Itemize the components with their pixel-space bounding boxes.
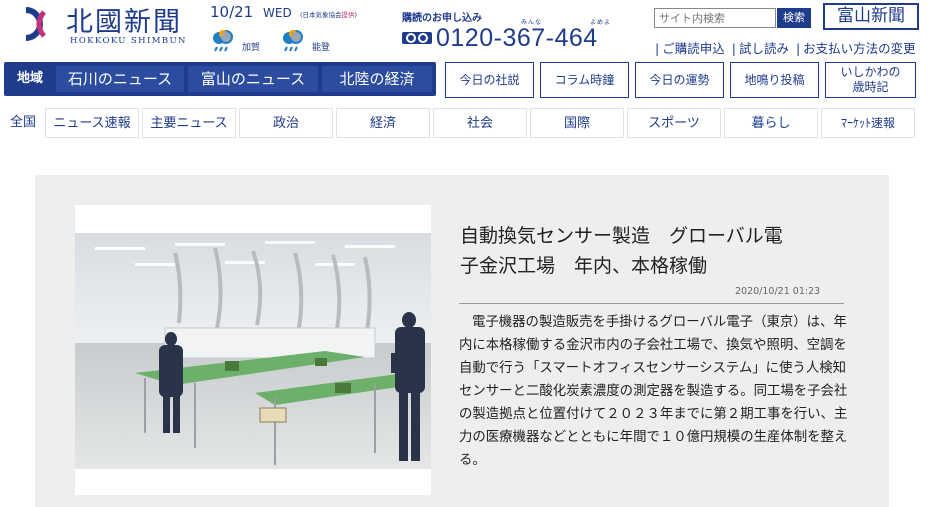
utility-links: | ご購読申込 | 試し読み | お支払い方法の変更 bbox=[652, 38, 916, 57]
jma-prefix: (日本気象協会 bbox=[300, 11, 342, 19]
jma-link[interactable]: 提供 bbox=[342, 11, 355, 19]
jma-credit: (日本気象協会提供) bbox=[300, 9, 357, 19]
logo-japanese[interactable]: 北國新聞 bbox=[66, 0, 182, 39]
saijiki-line-2: 歳時記 bbox=[852, 80, 889, 94]
link-subscribe[interactable]: ご購読申込 bbox=[662, 41, 725, 56]
link-horoscope[interactable]: 今日の運勢 bbox=[635, 62, 724, 98]
tab-toyama-news[interactable]: 富山のニュース bbox=[188, 66, 318, 92]
category-zenkoku[interactable]: 全国 bbox=[4, 108, 42, 138]
category-lifestyle[interactable]: 暮らし bbox=[724, 108, 818, 138]
factory-photo[interactable] bbox=[75, 233, 431, 469]
subscribe-title: 購読のお申し込み bbox=[402, 13, 482, 24]
article-timestamp: 2020/10/21 01:23 bbox=[735, 286, 821, 297]
current-weekday: WED bbox=[263, 6, 292, 20]
jma-suffix: ) bbox=[354, 11, 358, 19]
region-nav: 地域 石川のニュース 富山のニュース 北陸の経済 bbox=[4, 62, 436, 96]
tab-ishikawa-news[interactable]: 石川のニュース bbox=[56, 66, 184, 92]
link-editorial[interactable]: 今日の社説 bbox=[445, 62, 534, 98]
rain-cloud-icon bbox=[283, 30, 303, 52]
category-politics[interactable]: 政治 bbox=[239, 108, 333, 138]
link-column-jisho[interactable]: コラム時鐘 bbox=[540, 62, 629, 98]
category-international[interactable]: 国際 bbox=[530, 108, 624, 138]
headline-line-1: 自動換気センサー製造 グローバル電 bbox=[460, 225, 783, 247]
weather-kaga[interactable]: 加賀 bbox=[210, 28, 270, 56]
divider: | bbox=[731, 41, 736, 56]
site-header: 北國新聞 HOKKOKU SHIMBUN 10/21 WED (日本気象協会提供… bbox=[0, 0, 930, 60]
category-economy[interactable]: 経済 bbox=[336, 108, 430, 138]
rain-cloud-icon bbox=[213, 30, 233, 52]
category-nav: 全国 ニュース速報 主要ニュース 政治 経済 社会 国際 スポーツ 暮らし ﾏｰ… bbox=[0, 108, 930, 140]
category-society[interactable]: 社会 bbox=[433, 108, 527, 138]
divider: | bbox=[655, 41, 660, 56]
category-top-news[interactable]: 主要ニュース bbox=[142, 108, 236, 138]
logo-english[interactable]: HOKKOKU SHIMBUN bbox=[70, 36, 187, 46]
freedial-icon bbox=[402, 32, 432, 44]
search-button[interactable]: 検索 bbox=[777, 8, 811, 28]
weather-noto[interactable]: 能登 bbox=[280, 28, 340, 56]
toyama-shimbun-button[interactable]: 富山新聞 bbox=[823, 3, 919, 30]
weather-region-label: 加賀 bbox=[242, 43, 261, 53]
current-date: 10/21 bbox=[210, 3, 254, 21]
link-reader-posts[interactable]: 地鳴り投稿 bbox=[730, 62, 819, 98]
article-headline[interactable]: 自動換気センサー製造 グローバル電 子金沢工場 年内、本格稼働 bbox=[460, 221, 850, 281]
link-payment-change[interactable]: お支払い方法の変更 bbox=[803, 41, 916, 56]
headline-line-2: 子金沢工場 年内、本格稼働 bbox=[460, 255, 708, 277]
saijiki-line-1: いしかわの bbox=[840, 65, 901, 79]
article-body: 電子機器の製造販売を手掛けるグローバル電子（東京）は、年内に本格稼働する金沢市内… bbox=[459, 315, 848, 468]
site-search-input[interactable] bbox=[654, 8, 776, 28]
link-ishikawa-saijiki[interactable]: いしかわの 歳時記 bbox=[825, 62, 916, 98]
hokkoku-logo-icon[interactable] bbox=[4, 2, 60, 46]
subscribe-phone[interactable]: 0120-367-464 bbox=[436, 24, 598, 53]
divider: | bbox=[795, 41, 801, 56]
link-trial[interactable]: 試し読み bbox=[739, 41, 789, 56]
weather-region-label: 能登 bbox=[312, 43, 331, 53]
category-breaking[interactable]: ニュース速報 bbox=[45, 108, 139, 138]
featured-article: 自動換気センサー製造 グローバル電 子金沢工場 年内、本格稼働 2020/10/… bbox=[35, 175, 889, 507]
category-market[interactable]: ﾏｰｹｯﾄ速報 bbox=[821, 108, 915, 138]
category-sports[interactable]: スポーツ bbox=[627, 108, 721, 138]
tab-hokuriku-economy[interactable]: 北陸の経済 bbox=[322, 66, 432, 92]
region-label: 地域 bbox=[16, 71, 43, 86]
divider bbox=[459, 303, 844, 304]
